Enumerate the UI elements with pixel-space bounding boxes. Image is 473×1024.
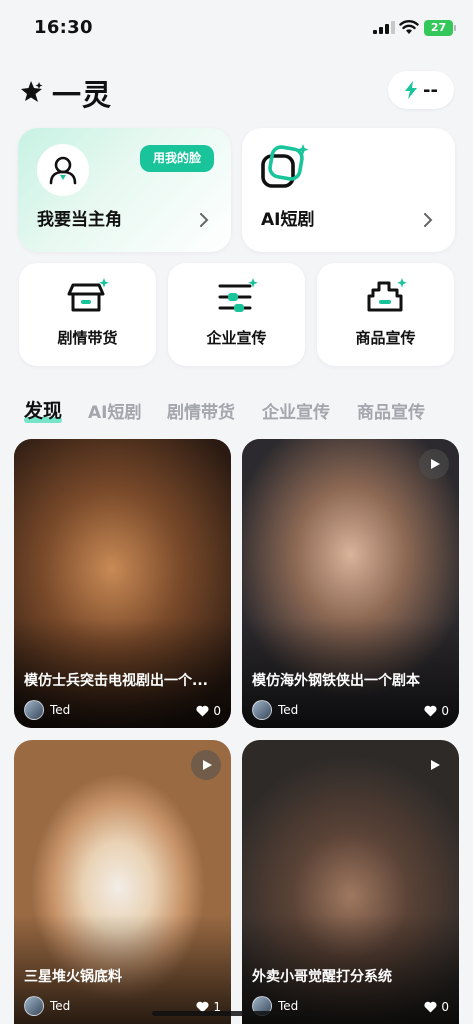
feed-card[interactable]: 外卖小哥觉醒打分系统 Ted 0 [242,740,459,1024]
tab-corporate-promo[interactable]: 企业宣传 [262,398,330,423]
author-avatar [24,700,44,720]
cellular-signal-icon [373,21,395,34]
ai-drama-label: AI短剧 [261,210,315,230]
battery-icon: 27 [424,20,456,36]
author-name: Ted [278,703,299,717]
feed-title: 模仿海外钢铁侠出一个剧本 [252,673,420,689]
like-count: 0 [441,1000,449,1014]
home-indicator[interactable] [152,1011,322,1016]
status-time: 16:30 [34,17,93,38]
like-button[interactable]: 0 [424,704,449,718]
play-icon[interactable] [419,449,449,479]
author-name: Ted [50,999,71,1013]
be-the-star-label: 我要当主角 [37,210,122,230]
plot-selling-label: 剧情带货 [57,329,118,347]
like-count: 0 [213,704,221,718]
product-icon [367,278,407,312]
play-icon[interactable] [419,750,449,780]
feed-title: 三星堆火锅底料 [24,969,122,985]
feed-card[interactable]: 模仿士兵突击电视剧出一个... Ted 0 [14,439,231,728]
product-promo-card[interactable]: 商品宣传 [317,263,454,366]
feed-title: 模仿士兵突击电视剧出一个... [24,673,208,689]
credits-button[interactable]: -- [388,71,454,109]
play-icon[interactable] [191,750,221,780]
tab-plot-selling[interactable]: 剧情带货 [167,398,235,423]
wifi-icon [399,20,419,34]
heart-icon [424,1001,437,1013]
tab-ai-drama[interactable]: AI短剧 [88,398,141,423]
feed-title: 外卖小哥觉醒打分系统 [252,969,392,985]
be-the-star-card[interactable]: 用我的脸 我要当主角 [18,128,231,252]
like-button[interactable]: 0 [424,1000,449,1014]
credits-value: -- [423,79,438,101]
status-bar: 16:30 27 [0,0,473,56]
feed-card[interactable]: 三星堆火锅底料 Ted 1 [14,740,231,1024]
corporate-promo-card[interactable]: 企业宣传 [168,263,305,366]
tab-product-promo[interactable]: 商品宣传 [357,398,425,423]
chevron-right-icon [424,213,433,227]
lightning-icon [405,81,418,99]
author-name: Ted [50,703,71,717]
use-my-face-badge[interactable]: 用我的脸 [140,145,214,172]
author-avatar [24,996,44,1016]
product-promo-label: 商品宣传 [355,329,416,347]
heart-icon [196,705,209,717]
face-avatar-icon [37,144,89,196]
like-button[interactable]: 0 [196,704,221,718]
like-count: 0 [441,704,449,718]
author-avatar [252,700,272,720]
tab-discover[interactable]: 发现 [24,396,62,423]
app-title: 一灵 [52,78,113,112]
ai-drama-card[interactable]: AI短剧 [242,128,455,252]
plot-selling-card[interactable]: 剧情带货 [19,263,156,366]
chevron-right-icon [200,213,209,227]
sliders-icon [218,278,258,312]
ai-drama-icon [261,144,309,188]
heart-icon [424,705,437,717]
sparkle-logo-icon [21,81,43,102]
store-icon [67,278,109,312]
feed-card[interactable]: 模仿海外钢铁侠出一个剧本 Ted 0 [242,439,459,728]
corporate-promo-label: 企业宣传 [206,329,267,347]
